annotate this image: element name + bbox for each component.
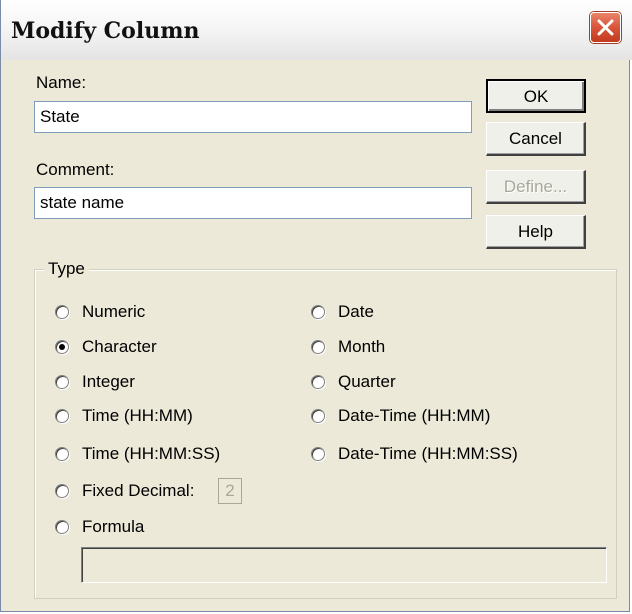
radio-button[interactable] (55, 520, 69, 534)
window-title: Modify Column (11, 18, 200, 44)
radio-button[interactable] (311, 375, 325, 389)
radio-month[interactable]: Month (311, 337, 385, 357)
radio-label: Fixed Decimal: (82, 481, 195, 500)
close-button[interactable] (590, 12, 621, 43)
radio-label: Formula (82, 517, 145, 536)
radio-label: Time (HH:MM:SS) (82, 444, 221, 463)
radio-label: Numeric (82, 302, 146, 321)
radio-character[interactable]: Character (55, 337, 157, 357)
help-button[interactable]: Help (486, 215, 586, 249)
radio-fixed-decimal[interactable]: Fixed Decimal: (55, 481, 194, 501)
radio-numeric[interactable]: Numeric (55, 302, 145, 322)
radio-label: Month (338, 337, 386, 356)
fixed-decimal-field: 2 (218, 478, 242, 504)
radio-label: Quarter (338, 372, 396, 391)
radio-label: Character (82, 337, 157, 356)
cancel-button[interactable]: Cancel (486, 122, 586, 156)
radio-time-hhmm[interactable]: Time (HH:MM) (55, 406, 193, 426)
radio-datetime-hhmmss[interactable]: Date-Time (HH:MM:SS) (311, 444, 518, 464)
type-group-label: Type (44, 259, 89, 279)
close-icon (597, 19, 614, 36)
radio-label: Time (HH:MM) (82, 406, 193, 425)
radio-button[interactable] (55, 447, 69, 461)
radio-time-hhmmss[interactable]: Time (HH:MM:SS) (55, 444, 220, 464)
radio-button-selected[interactable] (55, 340, 69, 354)
radio-label: Integer (82, 372, 135, 391)
radio-label: Date (338, 302, 374, 321)
radio-button[interactable] (55, 409, 69, 423)
title-bar[interactable]: Modify Column (1, 0, 632, 60)
radio-formula[interactable]: Formula (55, 517, 144, 537)
name-label: Name: (36, 73, 87, 92)
radio-date[interactable]: Date (311, 302, 374, 322)
comment-label: Comment: (36, 160, 115, 179)
radio-button[interactable] (55, 375, 69, 389)
comment-input[interactable] (34, 187, 472, 219)
radio-quarter[interactable]: Quarter (311, 372, 396, 392)
name-input[interactable] (34, 101, 472, 133)
formula-field (81, 547, 607, 583)
radio-button[interactable] (55, 484, 69, 498)
radio-button[interactable] (311, 340, 325, 354)
radio-label: Date-Time (HH:MM:SS) (338, 444, 518, 463)
ok-button[interactable]: OK (486, 79, 586, 113)
radio-button[interactable] (311, 447, 325, 461)
radio-label: Date-Time (HH:MM) (338, 406, 491, 425)
radio-button[interactable] (311, 409, 325, 423)
radio-button[interactable] (55, 305, 69, 319)
radio-datetime-hhmm[interactable]: Date-Time (HH:MM) (311, 406, 490, 426)
define-button: Define... (486, 170, 586, 204)
dialog-window: Modify Column Name: Comment: OK Cancel D… (0, 0, 632, 612)
radio-button[interactable] (311, 305, 325, 319)
radio-integer[interactable]: Integer (55, 372, 135, 392)
